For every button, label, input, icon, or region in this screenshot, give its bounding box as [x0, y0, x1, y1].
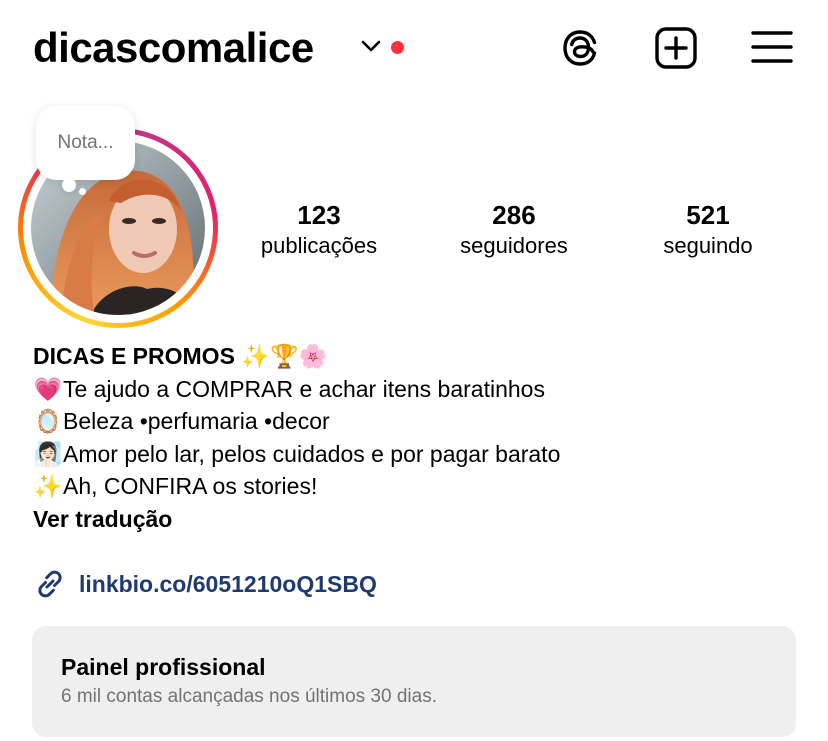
- profile-page: dicascomalice Nota... 123 publicações 28…: [0, 0, 828, 741]
- bio-line: 💗Te ajudo a COMPRAR e achar itens barati…: [33, 373, 813, 406]
- see-translation-link[interactable]: Ver tradução: [33, 503, 813, 536]
- following-stat[interactable]: 521 seguindo: [646, 199, 770, 261]
- bio-link-url[interactable]: linkbio.co/6051210oQ1SBQ: [79, 571, 377, 598]
- posts-label: publicações: [260, 233, 378, 258]
- posts-count: 123: [297, 200, 341, 230]
- profile-username[interactable]: dicascomalice: [33, 22, 314, 74]
- followers-count: 286: [492, 200, 536, 230]
- bio-line: 🧖🏻‍♀️Amor pelo lar, pelos cuidados e por…: [33, 438, 813, 471]
- note-bubble-tail-small: [79, 188, 86, 195]
- plus-square-icon: [655, 27, 697, 69]
- bio-line-text: Ah, CONFIRA os stories!: [63, 473, 318, 499]
- notification-dot: [391, 41, 404, 54]
- profile-bio: DICAS E PROMOS ✨🏆🌸 💗Te ajudo a COMPRAR e…: [33, 340, 813, 535]
- heart-emoji-icon: 💗: [33, 375, 63, 402]
- professional-dashboard[interactable]: Painel profissional 6 mil contas alcança…: [32, 626, 796, 737]
- bio-link[interactable]: linkbio.co/6051210oQ1SBQ: [33, 564, 377, 604]
- chevron-down-icon[interactable]: [360, 38, 382, 54]
- mirror-emoji-icon: 🪞: [33, 408, 63, 434]
- following-label: seguindo: [663, 233, 753, 258]
- link-icon: [38, 570, 62, 598]
- bio-display-name: DICAS E PROMOS: [33, 343, 235, 369]
- bio-line-text: Te ajudo a COMPRAR e achar itens baratin…: [63, 375, 545, 402]
- menu-button[interactable]: [750, 26, 794, 70]
- followers-stat[interactable]: 286 seguidores: [444, 199, 584, 261]
- bio-name-emojis: ✨🏆🌸: [241, 343, 328, 369]
- posts-stat[interactable]: 123 publicações: [246, 199, 392, 261]
- bio-line: ✨Ah, CONFIRA os stories!: [33, 470, 813, 503]
- new-post-button[interactable]: [654, 26, 698, 70]
- bio-name-line: DICAS E PROMOS ✨🏆🌸: [33, 340, 813, 373]
- followers-label: seguidores: [460, 233, 568, 258]
- bio-line: 🪞Beleza •perfumaria •decor: [33, 405, 813, 438]
- bio-line-text: Amor pelo lar, pelos cuidados e por paga…: [63, 440, 561, 467]
- spa-person-emoji-icon: 🧖🏻‍♀️: [33, 440, 63, 467]
- professional-dashboard-title: Painel profissional: [61, 654, 266, 680]
- bio-line-text: Beleza •perfumaria •decor: [63, 408, 330, 434]
- note-bubble[interactable]: Nota...: [36, 106, 135, 180]
- sparkles-emoji-icon: ✨: [33, 473, 63, 499]
- professional-dashboard-subtitle: 6 mil contas alcançadas nos últimos 30 d…: [61, 686, 437, 707]
- note-bubble-tail: [62, 178, 76, 192]
- following-count: 521: [686, 200, 730, 230]
- threads-icon: [563, 30, 597, 66]
- threads-button[interactable]: [558, 26, 602, 70]
- hamburger-menu-icon: [751, 31, 793, 63]
